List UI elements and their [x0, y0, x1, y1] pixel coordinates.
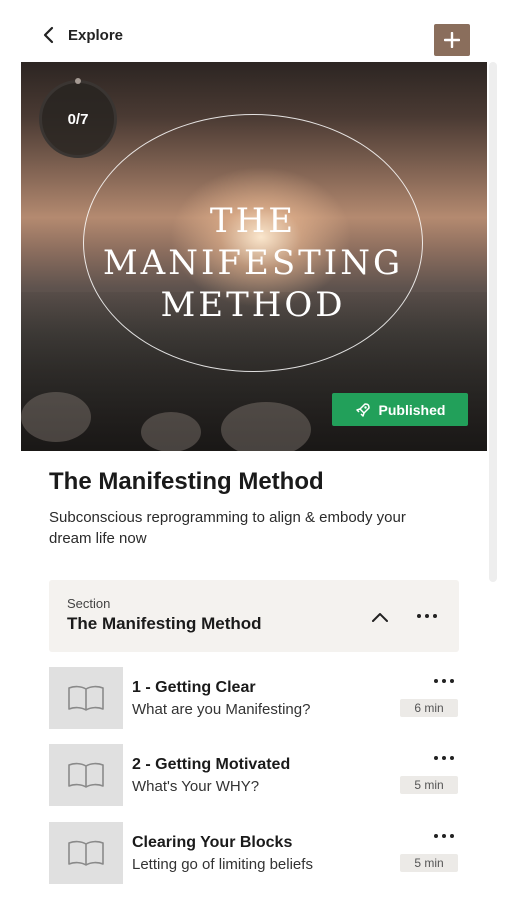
- lesson-title: Clearing Your Blocks: [132, 834, 293, 851]
- section-more-button[interactable]: [417, 614, 437, 618]
- back-label: Explore: [68, 26, 124, 44]
- cover-rock: [141, 412, 201, 451]
- back-button[interactable]: Explore: [40, 26, 123, 44]
- book-icon: [68, 840, 104, 866]
- lesson-thumbnail: [49, 667, 123, 729]
- book-icon: [68, 685, 104, 711]
- chevron-up-icon[interactable]: [369, 606, 391, 628]
- add-button[interactable]: [434, 24, 470, 56]
- course-cover-image[interactable]: 0/7 THE MANIFESTING METHOD Published: [21, 62, 487, 451]
- progress-count: 0/7: [67, 110, 89, 128]
- cover-rock: [21, 392, 91, 442]
- plus-icon: [444, 32, 460, 48]
- published-label: Published: [378, 401, 446, 418]
- lesson-more-button[interactable]: [434, 679, 454, 683]
- lesson-title: 1 - Getting Clear: [132, 679, 256, 696]
- cover-title-line: METHOD: [160, 285, 346, 325]
- top-bar: Explore: [0, 0, 507, 62]
- lesson-subtitle: What's Your WHY?: [132, 778, 260, 795]
- lesson-duration: 5 min: [400, 776, 458, 794]
- lesson-item[interactable]: 2 - Getting Motivated What's Your WHY? 5…: [49, 744, 459, 806]
- progress-ring: 0/7: [39, 80, 117, 158]
- lesson-thumbnail: [49, 822, 123, 884]
- scrollbar[interactable]: [489, 62, 497, 582]
- lesson-duration: 5 min: [400, 854, 458, 872]
- lesson-item[interactable]: 1 - Getting Clear What are you Manifesti…: [49, 667, 459, 729]
- lesson-duration: 6 min: [400, 699, 458, 717]
- progress-indicator-dot: [75, 78, 81, 84]
- lesson-more-button[interactable]: [434, 756, 454, 760]
- lesson-title: 2 - Getting Motivated: [132, 756, 291, 773]
- cover-title-line: THE: [209, 201, 297, 241]
- section-label: Section: [67, 596, 111, 611]
- rocket-icon: [355, 402, 370, 417]
- lesson-subtitle: Letting go of limiting beliefs: [132, 856, 313, 873]
- section-header[interactable]: Section The Manifesting Method: [49, 580, 459, 652]
- chevron-left-icon: [43, 26, 54, 44]
- lesson-thumbnail: [49, 744, 123, 806]
- cover-title-line: MANIFESTING: [102, 243, 404, 283]
- cover-title: THE MANIFESTING METHOD: [83, 200, 423, 326]
- lesson-item[interactable]: Clearing Your Blocks Letting go of limit…: [49, 822, 459, 884]
- published-badge[interactable]: Published: [332, 393, 468, 426]
- cover-rock: [221, 402, 311, 451]
- course-title: The Manifesting Method: [49, 468, 324, 495]
- section-title: The Manifesting Method: [67, 614, 262, 633]
- book-icon: [68, 762, 104, 788]
- lesson-more-button[interactable]: [434, 834, 454, 838]
- course-description: Subconscious reprogramming to align & em…: [49, 509, 406, 547]
- lesson-subtitle: What are you Manifesting?: [132, 701, 311, 718]
